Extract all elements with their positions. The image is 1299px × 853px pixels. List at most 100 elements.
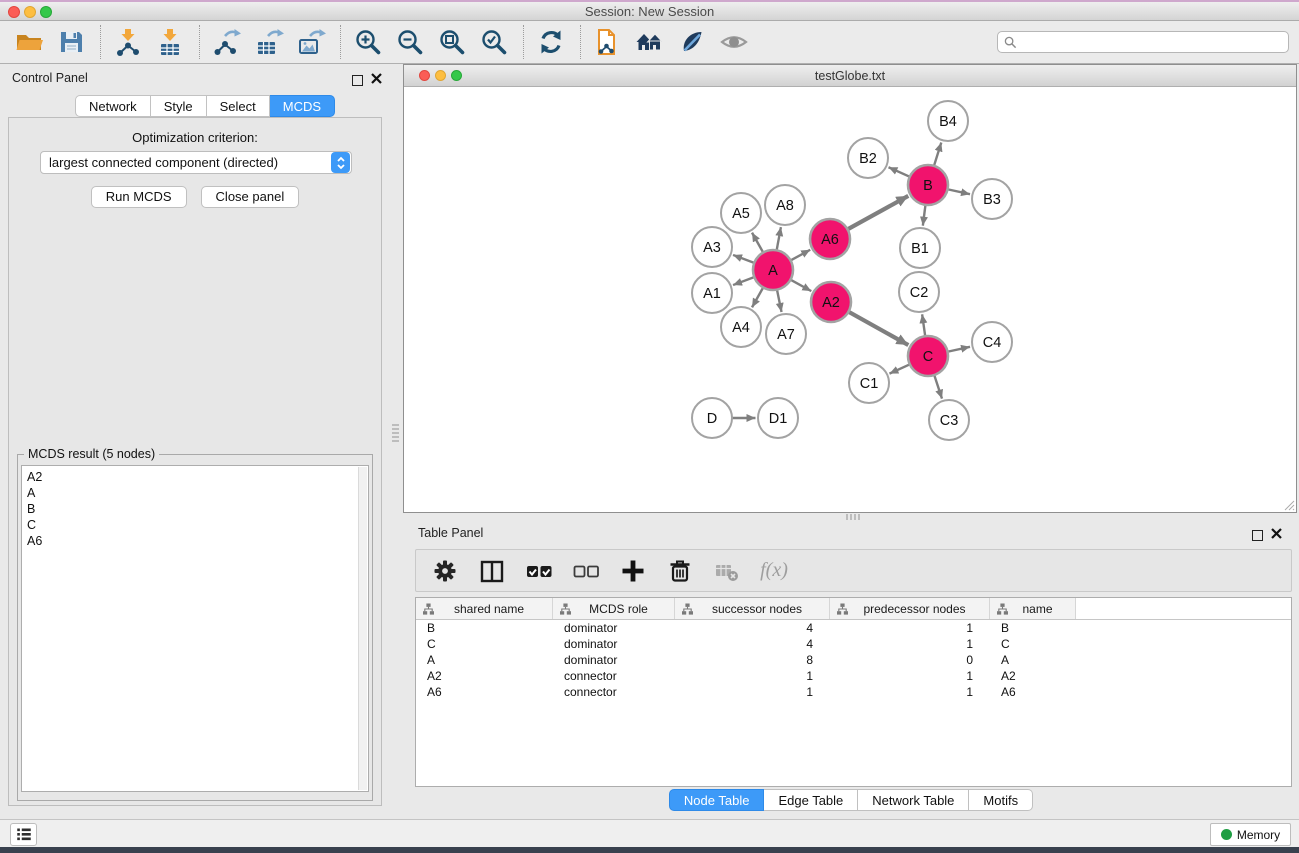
node-C4[interactable]: C4 xyxy=(972,322,1012,362)
edge-B-B1[interactable] xyxy=(923,205,926,225)
node-A[interactable]: A xyxy=(753,250,793,290)
tab-edge-table[interactable]: Edge Table xyxy=(764,789,858,811)
float-panel-icon[interactable] xyxy=(352,73,363,91)
close-panel-button[interactable]: Close panel xyxy=(201,186,300,208)
edge-C-C2[interactable] xyxy=(922,314,925,335)
network-minimize-traffic-light[interactable] xyxy=(435,70,446,81)
tab-motifs[interactable]: Motifs xyxy=(969,789,1033,811)
result-list-scrollbar[interactable] xyxy=(358,467,367,790)
unselect-all-columns-button[interactable] xyxy=(571,556,601,586)
delete-columns-button[interactable] xyxy=(665,556,695,586)
memory-button[interactable]: Memory xyxy=(1210,823,1291,846)
edge-C-C4[interactable] xyxy=(948,347,970,352)
copy-network-button[interactable] xyxy=(591,25,625,59)
resize-grip-icon[interactable] xyxy=(1281,497,1295,511)
node-A5[interactable]: A5 xyxy=(721,193,761,233)
result-item[interactable]: A6 xyxy=(27,533,368,549)
column-header[interactable]: successor nodes xyxy=(675,598,830,619)
table-row[interactable]: A6connector11A6 xyxy=(416,684,1291,700)
close-traffic-light[interactable] xyxy=(8,6,20,18)
export-network-button[interactable] xyxy=(210,25,244,59)
edge-A-A2[interactable] xyxy=(791,280,811,291)
node-B[interactable]: B xyxy=(908,165,948,205)
node-table[interactable]: shared nameMCDS rolesuccessor nodesprede… xyxy=(415,597,1292,787)
export-table-button[interactable] xyxy=(252,25,286,59)
node-A8[interactable]: A8 xyxy=(765,185,805,225)
node-A6[interactable]: A6 xyxy=(810,219,850,259)
search-field[interactable] xyxy=(997,31,1289,53)
edge-A2-C[interactable] xyxy=(849,312,908,345)
tab-network[interactable]: Network xyxy=(75,95,151,117)
zoom-fit-button[interactable] xyxy=(435,25,469,59)
close-panel-icon[interactable] xyxy=(371,71,382,89)
node-C[interactable]: C xyxy=(908,336,948,376)
mcds-result-list[interactable]: A2ABCA6 xyxy=(21,465,369,792)
criterion-select[interactable]: largest connected component (directed) xyxy=(40,151,352,174)
table-close-panel-icon[interactable] xyxy=(1271,526,1282,544)
network-close-traffic-light[interactable] xyxy=(419,70,430,81)
node-C1[interactable]: C1 xyxy=(849,363,889,403)
network-window-titlebar[interactable]: testGlobe.txt xyxy=(404,65,1296,87)
node-A1[interactable]: A1 xyxy=(692,273,732,313)
vertical-splitter-handle[interactable] xyxy=(392,424,399,442)
edge-A-A6[interactable] xyxy=(791,250,810,260)
node-B3[interactable]: B3 xyxy=(972,179,1012,219)
show-column-button[interactable] xyxy=(477,556,507,586)
save-session-button[interactable] xyxy=(54,25,88,59)
import-network-button[interactable] xyxy=(111,25,145,59)
run-mcds-button[interactable]: Run MCDS xyxy=(91,186,187,208)
zoom-traffic-light[interactable] xyxy=(40,6,52,18)
search-input[interactable] xyxy=(1021,35,1288,49)
table-row[interactable]: A2connector11A2 xyxy=(416,668,1291,684)
network-canvas[interactable]: B4B2BB3B1A5A8A6A3AA1C2A4A7A2CC4C1C3DD1 xyxy=(404,87,1296,512)
zoom-out-button[interactable] xyxy=(393,25,427,59)
edge-B-B4[interactable] xyxy=(934,142,941,165)
node-D[interactable]: D xyxy=(692,398,732,438)
horizontal-splitter-handle[interactable] xyxy=(846,514,860,520)
tab-style[interactable]: Style xyxy=(151,95,207,117)
result-item[interactable]: A2 xyxy=(27,469,368,485)
select-all-columns-button[interactable] xyxy=(524,556,554,586)
node-B2[interactable]: B2 xyxy=(848,138,888,178)
edge-A-A1[interactable] xyxy=(733,277,754,285)
node-A3[interactable]: A3 xyxy=(692,227,732,267)
open-session-button[interactable] xyxy=(12,25,46,59)
node-C3[interactable]: C3 xyxy=(929,400,969,440)
column-header[interactable]: name xyxy=(990,598,1076,619)
edge-A-A8[interactable] xyxy=(777,227,781,250)
birds-eye-view-button[interactable] xyxy=(717,25,751,59)
edge-A-A3[interactable] xyxy=(733,255,754,263)
tab-mcds[interactable]: MCDS xyxy=(270,95,335,117)
tab-network-table[interactable]: Network Table xyxy=(858,789,969,811)
edge-A-A5[interactable] xyxy=(752,233,763,253)
table-settings-button[interactable] xyxy=(430,556,460,586)
minimize-traffic-light[interactable] xyxy=(24,6,36,18)
edge-C-C3[interactable] xyxy=(934,375,942,398)
zoom-selected-button[interactable] xyxy=(477,25,511,59)
tab-node-table[interactable]: Node Table xyxy=(669,789,765,811)
node-D1[interactable]: D1 xyxy=(758,398,798,438)
import-table-button[interactable] xyxy=(153,25,187,59)
table-row[interactable]: Adominator80A xyxy=(416,652,1291,668)
result-item[interactable]: C xyxy=(27,517,368,533)
edge-A-A7[interactable] xyxy=(777,290,781,312)
edge-B-B3[interactable] xyxy=(948,189,970,194)
table-row[interactable]: Cdominator41C xyxy=(416,636,1291,652)
node-A4[interactable]: A4 xyxy=(721,307,761,347)
node-C2[interactable]: C2 xyxy=(899,272,939,312)
node-B4[interactable]: B4 xyxy=(928,101,968,141)
graphics-details-button[interactable] xyxy=(675,25,709,59)
edge-C-C1[interactable] xyxy=(889,365,909,374)
node-A7[interactable]: A7 xyxy=(766,314,806,354)
result-item[interactable]: B xyxy=(27,501,368,517)
tab-select[interactable]: Select xyxy=(207,95,270,117)
node-B1[interactable]: B1 xyxy=(900,228,940,268)
zoom-in-button[interactable] xyxy=(351,25,385,59)
task-history-button[interactable] xyxy=(10,823,37,846)
edge-B-B2[interactable] xyxy=(889,167,910,176)
column-header[interactable]: predecessor nodes xyxy=(830,598,990,619)
table-row[interactable]: Bdominator41B xyxy=(416,620,1291,636)
edge-A-A4[interactable] xyxy=(752,288,763,308)
edge-A6-B[interactable] xyxy=(848,196,908,229)
create-column-button[interactable] xyxy=(618,556,648,586)
